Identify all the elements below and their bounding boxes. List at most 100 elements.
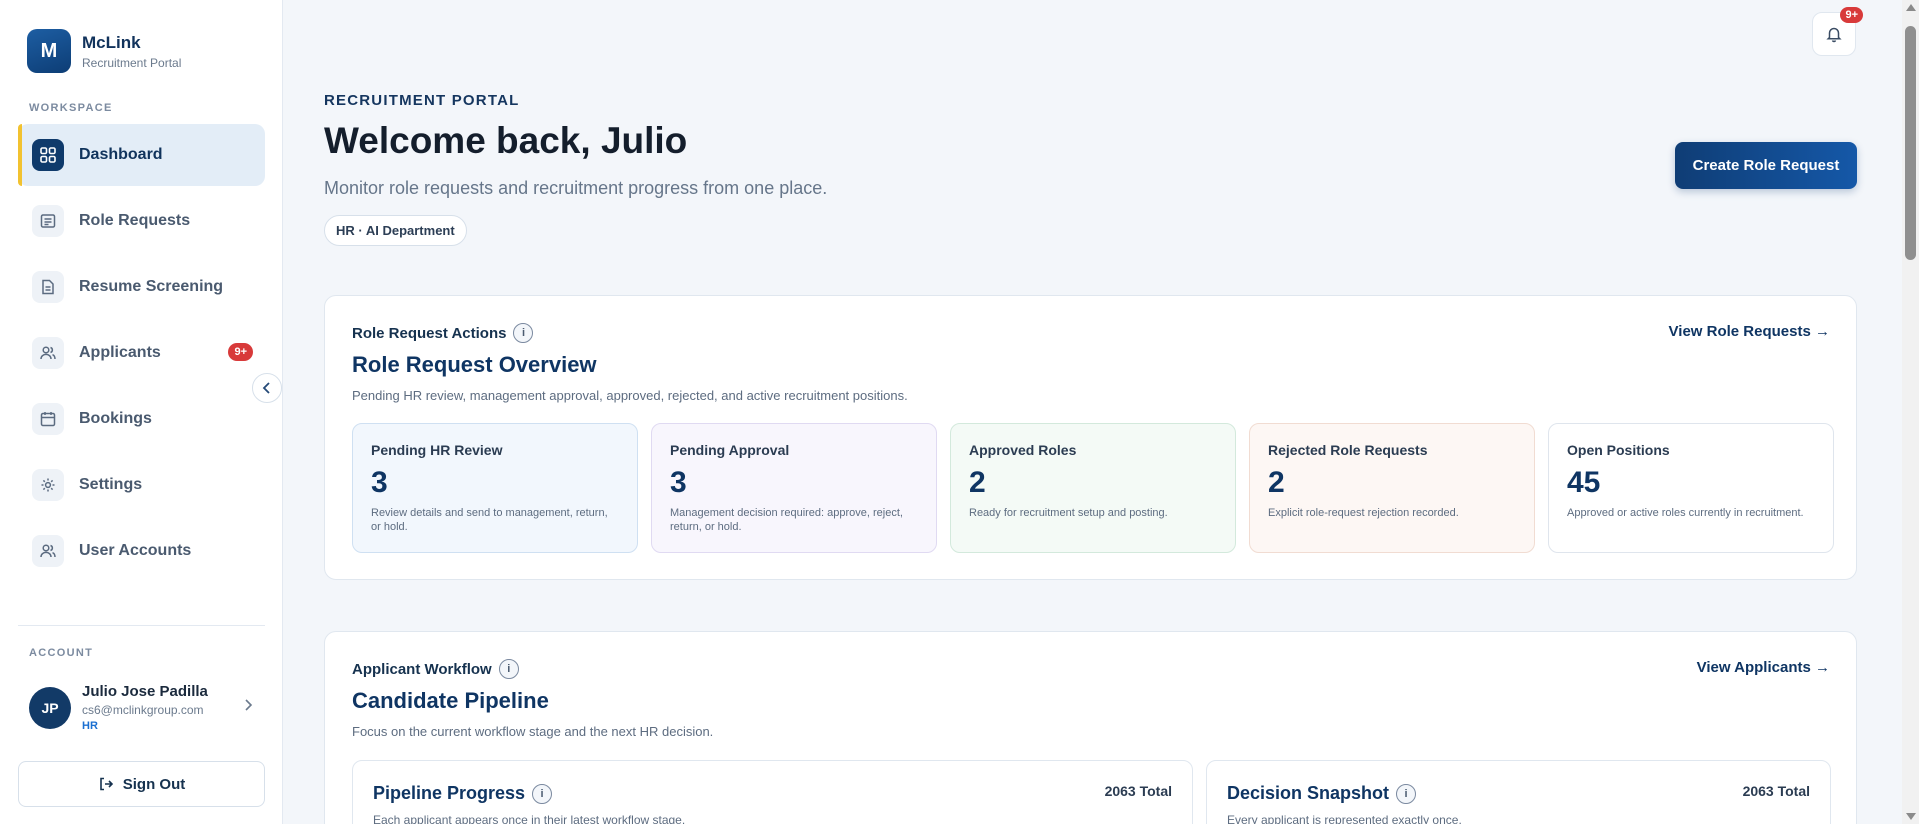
sign-out-button[interactable]: Sign Out [18, 761, 265, 807]
sidebar-item-user-accounts[interactable]: User Accounts [18, 520, 265, 582]
bell-icon [1826, 27, 1842, 43]
brand-text: McLink Recruitment Portal [82, 33, 181, 70]
page-scrollbar[interactable] [1902, 0, 1919, 824]
info-icon[interactable]: i [1396, 783, 1417, 804]
stat-card-rejected-role-requests[interactable]: Rejected Role Requests 2 Explicit role-r… [1249, 423, 1535, 553]
brand-name: McLink [82, 32, 141, 52]
stat-value: 45 [1567, 466, 1601, 499]
view-role-requests-link[interactable]: View Role Requests → [1669, 323, 1830, 340]
role-request-overview-card: Role Request Actions i View Role Request… [324, 295, 1857, 580]
grid-icon [32, 139, 64, 171]
sidebar-item-resume-screening[interactable]: Resume Screening [18, 256, 265, 318]
stat-label: Pending Approval [670, 442, 790, 458]
brand-subtitle: Recruitment Portal [82, 55, 182, 70]
sidebar-item-settings[interactable]: Settings [18, 454, 265, 516]
create-role-request-button[interactable]: Create Role Request [1675, 142, 1857, 189]
page-subtitle: Monitor role requests and recruitment pr… [324, 178, 828, 198]
stat-label: Approved Roles [969, 442, 1077, 458]
stat-card-open-positions[interactable]: Open Positions 45 Approved or active rol… [1548, 423, 1834, 553]
department-chip: HR · AI Department [324, 215, 467, 246]
user-name: Julio Jose Padilla [82, 683, 208, 700]
stat-card-approved-roles[interactable]: Approved Roles 2 Ready for recruitment s… [950, 423, 1236, 553]
sidebar-nav: Dashboard Role Requests Resume Screening… [18, 124, 265, 586]
main-content: 9+ RECRUITMENT PORTAL Welcome back, Juli… [284, 0, 1902, 824]
stat-value: 2 [1268, 466, 1285, 499]
pipeline-progress-title: Pipeline Progress i [373, 783, 553, 804]
stat-label: Pending HR Review [371, 442, 503, 458]
sidebar-item-label: Bookings [79, 410, 152, 427]
stat-label: Rejected Role Requests [1268, 442, 1428, 458]
stat-description: Ready for recruitment setup and posting. [969, 507, 1168, 519]
role-overview-description: Pending HR review, management approval, … [352, 388, 908, 403]
stat-card-pending-hr-review[interactable]: Pending HR Review 3 Review details and s… [352, 423, 638, 553]
stat-description: Explicit role-request rejection recorded… [1268, 507, 1459, 519]
sidebar-item-dashboard[interactable]: Dashboard [18, 124, 265, 186]
view-applicants-link[interactable]: View Applicants → [1697, 659, 1830, 676]
decision-snapshot-description: Every applicant is represented exactly o… [1227, 813, 1462, 824]
users-icon [32, 337, 64, 369]
calendar-icon [32, 403, 64, 435]
avatar: JP [29, 686, 71, 729]
role-stats: Pending HR Review 3 Review details and s… [352, 423, 1834, 553]
stat-label: Open Positions [1567, 442, 1670, 458]
role-overview-title: Role Request Overview [352, 352, 597, 377]
decision-snapshot-title: Decision Snapshot i [1227, 783, 1417, 804]
info-icon[interactable]: i [498, 659, 519, 679]
stat-description: Approved or active roles currently in re… [1567, 507, 1804, 519]
sidebar-item-label: Dashboard [79, 146, 163, 163]
stat-value: 2 [969, 466, 986, 499]
chevron-right-icon [242, 698, 254, 717]
collapse-sidebar-button[interactable] [252, 373, 282, 403]
notifications-button[interactable]: 9+ [1812, 7, 1863, 56]
stat-description: Review details and send to management, r… [371, 507, 608, 533]
user-email: cs6@mclinkgroup.com [82, 703, 204, 717]
document-icon [32, 271, 64, 303]
gear-icon [32, 469, 64, 501]
stat-description: Management decision required: approve, r… [670, 507, 903, 533]
pipeline-progress-card: Pipeline Progress i 2063 Total Each appl… [352, 760, 1193, 824]
decision-snapshot-card: Decision Snapshot i 2063 Total Every app… [1206, 760, 1831, 824]
stat-value: 3 [670, 466, 687, 499]
page-eyebrow: RECRUITMENT PORTAL [324, 92, 520, 109]
sign-out-label: Sign Out [122, 775, 186, 793]
pipeline-progress-description: Each applicant appears once in their lat… [373, 813, 686, 824]
sidebar-item-label: Role Requests [79, 212, 191, 229]
scroll-down-arrow[interactable] [1906, 813, 1916, 820]
sidebar-item-bookings[interactable]: Bookings [18, 388, 265, 450]
candidate-pipeline-card: Applicant Workflow i View Applicants → C… [324, 631, 1857, 824]
brand[interactable]: M McLink Recruitment Portal [27, 29, 181, 73]
users-icon [32, 535, 64, 567]
sidebar-divider [18, 625, 265, 626]
kicker-label: Applicant Workflow [352, 660, 492, 678]
sidebar-item-label: Settings [79, 476, 143, 493]
applicants-badge: 9+ [228, 343, 253, 361]
info-icon[interactable]: i [513, 323, 534, 343]
pipeline-title: Candidate Pipeline [352, 688, 549, 713]
sub-title-label: Pipeline Progress [373, 783, 526, 803]
kicker-label: Role Request Actions [352, 324, 507, 342]
account-label: ACCOUNT [29, 647, 94, 659]
chevron-left-icon [262, 382, 270, 394]
scroll-thumb[interactable] [1905, 26, 1916, 260]
pipeline-progress-total: 2063 Total [1104, 783, 1172, 799]
list-icon [32, 205, 64, 237]
user-info: Julio Jose Padilla cs6@mclinkgroup.com H… [82, 683, 242, 732]
decision-snapshot-total: 2063 Total [1742, 783, 1810, 799]
stat-value: 3 [371, 466, 388, 499]
sidebar: M McLink Recruitment Portal WORKSPACE Da… [0, 0, 283, 824]
info-icon[interactable]: i [532, 783, 553, 804]
brand-logo: M [27, 29, 71, 73]
user-role: HR [82, 720, 98, 732]
applicant-workflow-kicker: Applicant Workflow i [352, 659, 519, 679]
role-request-actions-kicker: Role Request Actions i [352, 323, 534, 343]
scroll-up-arrow[interactable] [1906, 4, 1916, 11]
sidebar-item-applicants[interactable]: Applicants 9+ [18, 322, 265, 384]
sign-out-icon [99, 777, 113, 791]
user-card[interactable]: JP Julio Jose Padilla cs6@mclinkgroup.co… [29, 683, 254, 732]
sidebar-item-label: Resume Screening [79, 278, 224, 295]
sub-title-label: Decision Snapshot [1227, 783, 1390, 803]
pipeline-description: Focus on the current workflow stage and … [352, 724, 714, 739]
stat-card-pending-approval[interactable]: Pending Approval 3 Management decision r… [651, 423, 937, 553]
workspace-label: WORKSPACE [29, 102, 113, 114]
sidebar-item-role-requests[interactable]: Role Requests [18, 190, 265, 252]
